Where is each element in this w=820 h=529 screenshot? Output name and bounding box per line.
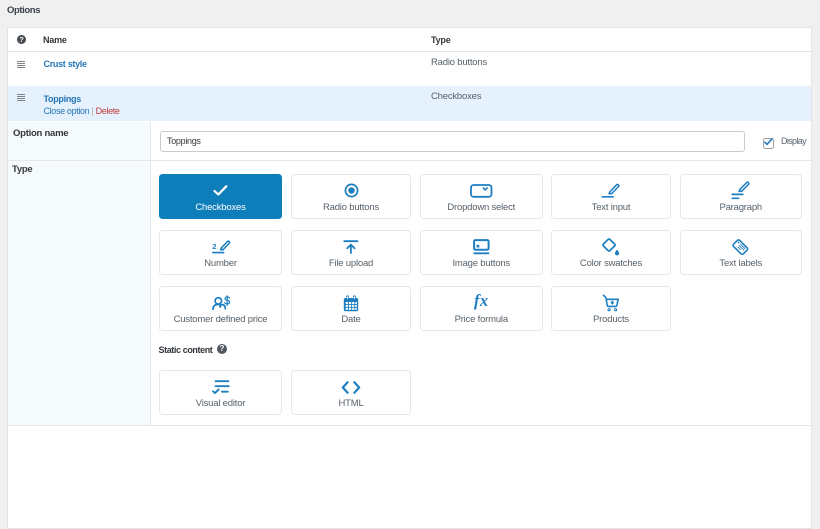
svg-text:2: 2 [212, 242, 216, 251]
